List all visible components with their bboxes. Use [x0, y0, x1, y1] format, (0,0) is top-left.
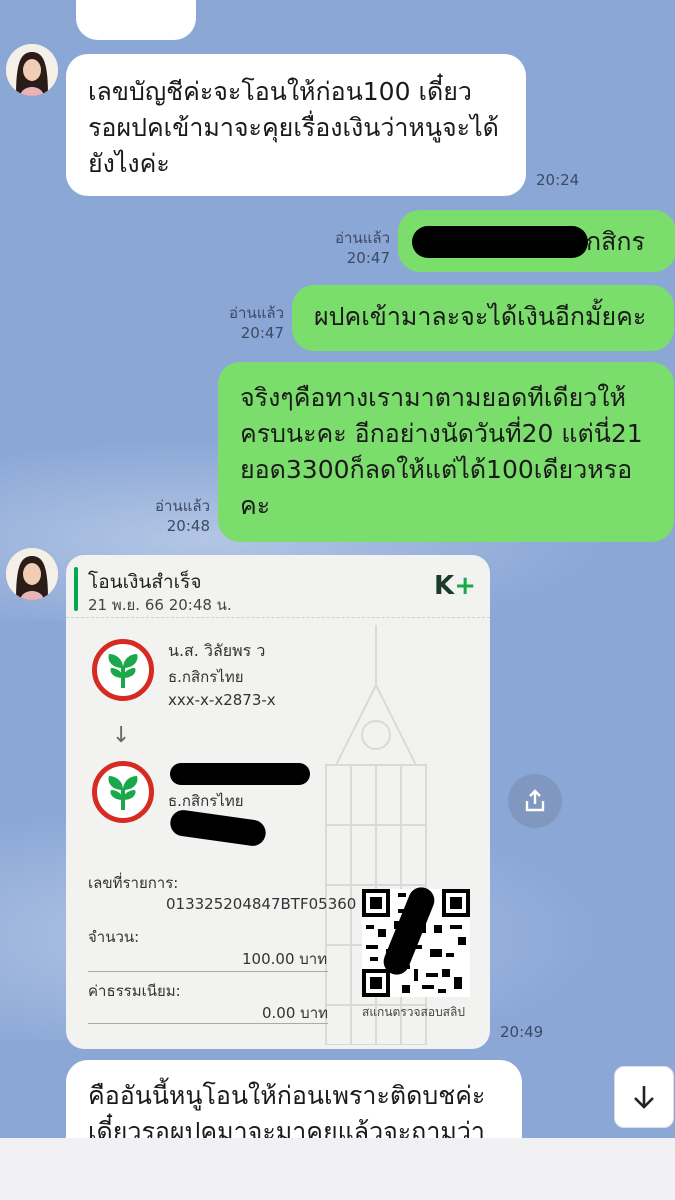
message-text: จริงๆคือทางเรามาตามยอดทีเดียวให้ [240, 383, 626, 412]
arrow-down-icon: ↓ [112, 723, 131, 748]
share-icon [525, 789, 545, 812]
qr-caption: สแกนตรวจสอบสลิป [362, 1005, 465, 1019]
redaction-mark [168, 808, 268, 848]
kbank-logo-icon [92, 639, 154, 701]
ref-label: เลขที่รายการ: [88, 874, 179, 892]
accent-stripe [74, 567, 78, 611]
share-button[interactable] [508, 774, 562, 828]
divider [66, 617, 490, 618]
arrow-down-icon [634, 1086, 654, 1109]
slip-datetime: 21 พ.ย. 66 20:48 น. [88, 596, 232, 614]
message-text: รอผปคเข้ามาจะคุยเรื่องเงินว่าหนูจะได้ [88, 113, 499, 142]
message-text: คืออันนี้หนูโอนให้ก่อนเพราะติดบชค่ะ [88, 1081, 486, 1110]
redaction-mark [170, 763, 310, 785]
redaction-mark [412, 226, 588, 258]
message-bubble-outgoing[interactable]: ผปคเข้ามาละจะได้เงินอีกมั้ยคะ [292, 285, 674, 351]
avatar[interactable] [6, 44, 58, 96]
sender-name: น.ส. วิลัยพร ว [168, 641, 266, 660]
ref-value: 013325204847BTF05360 [166, 895, 357, 913]
fee-label: ค่าธรรมเนียม: [88, 982, 181, 1000]
divider [88, 971, 328, 972]
message-bubble-outgoing[interactable]: กสิกร [398, 210, 675, 272]
message-bubble-partial[interactable] [76, 0, 196, 40]
kplus-logo: K+ [434, 571, 476, 601]
chat-area[interactable]: เลขบัญชีค่ะจะโอนให้ก่อน100 เดี๋ยว รอผปคเ… [0, 0, 675, 1138]
message-text: ยังไงค่ะ [88, 149, 170, 178]
message-text: คะ [240, 491, 271, 520]
message-text: เดี๋ยวรอผปคมาจะมาคุยแล้วจะถามว่า [88, 1117, 485, 1138]
message-text: ยอด3300ก็ลดให้แต่ได้100เดียวหรอ [240, 455, 633, 484]
divider [88, 1023, 328, 1024]
read-receipt: อ่านแล้ว 20:47 [229, 304, 284, 342]
fee-value: 0.00 บาท [262, 1004, 328, 1022]
message-text: ครบนะคะ อีกอย่างนัดวันที่20 แต่นี่21 [240, 419, 643, 448]
avatar[interactable] [6, 548, 58, 600]
message-bubble-outgoing[interactable]: จริงๆคือทางเรามาตามยอดทีเดียวให้ ครบนะคะ… [218, 362, 674, 542]
message-bubble-incoming[interactable]: เลขบัญชีค่ะจะโอนให้ก่อน100 เดี๋ยว รอผปคเ… [66, 54, 526, 196]
kbank-logo-icon [92, 761, 154, 823]
message-text: ผปคเข้ามาละจะได้เงินอีกมั้ยคะ [314, 302, 647, 331]
message-text: เลขบัญชีค่ะจะโอนให้ก่อน100 เดี๋ยว [88, 77, 472, 106]
message-bubble-incoming[interactable]: คืออันนี้หนูโอนให้ก่อนเพราะติดบชค่ะ เดี๋… [66, 1060, 522, 1138]
read-receipt: อ่านแล้ว 20:48 [155, 497, 210, 535]
scroll-to-bottom-button[interactable] [614, 1066, 674, 1128]
bottom-bar [0, 1138, 675, 1200]
read-receipt: อ่านแล้ว 20:47 [335, 229, 390, 267]
amount-value: 100.00 บาท [242, 950, 328, 968]
transfer-slip-image[interactable]: โอนเงินสำเร็จ 21 พ.ย. 66 20:48 น. K+ น.ส… [66, 555, 490, 1049]
amount-label: จำนวน: [88, 928, 140, 946]
message-text: กสิกร [586, 227, 645, 256]
sender-account: xxx-x-x2873-x [168, 691, 276, 709]
message-time: 20:49 [500, 1023, 544, 1041]
sender-bank: ธ.กสิกรไทย [168, 668, 244, 686]
message-time: 20:24 [536, 171, 580, 189]
